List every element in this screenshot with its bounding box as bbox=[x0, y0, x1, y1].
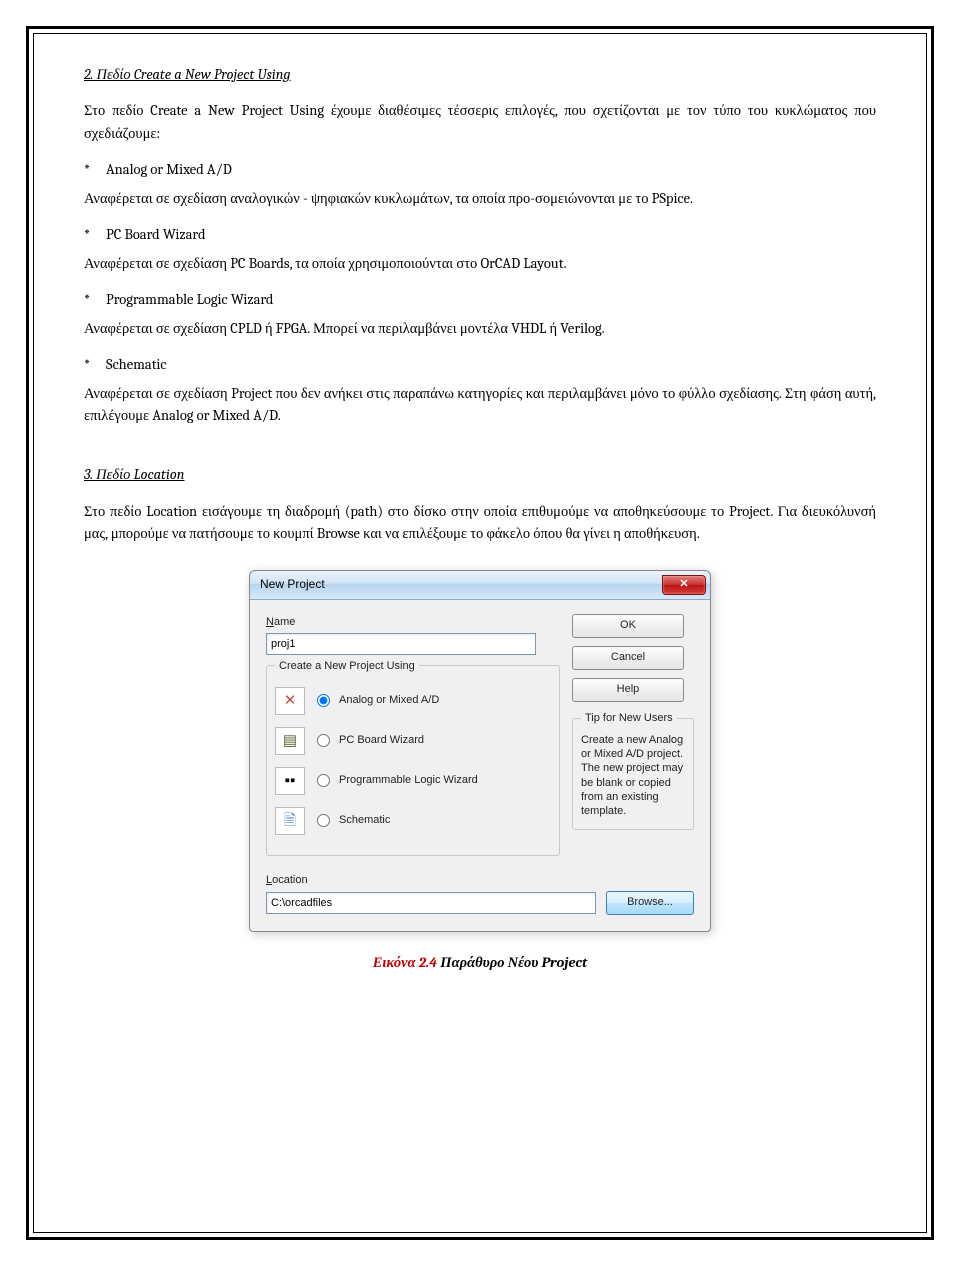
pcboard-icon: ▤ bbox=[275, 727, 305, 755]
option-pcboard-desc: Αναφέρεται σε σχεδίαση PC Boards, τα οπο… bbox=[84, 253, 876, 275]
figure-number: Εικόνα 2.4 bbox=[373, 954, 437, 971]
dialog-title: New Project bbox=[260, 575, 325, 594]
radio-row-analog[interactable]: ✕ Analog or Mixed A/D bbox=[275, 687, 551, 715]
radio-row-schematic[interactable]: 🗎 Schematic bbox=[275, 807, 551, 835]
dialog-titlebar: New Project ✕ bbox=[250, 571, 710, 600]
radio-schematic-label: Schematic bbox=[339, 812, 390, 829]
radio-row-plw[interactable]: ▪▪ Programmable Logic Wizard bbox=[275, 767, 551, 795]
option-schematic-desc: Αναφέρεται σε σχεδίαση Project που δεν α… bbox=[84, 383, 876, 428]
option-pcboard-label: PC Board Wizard bbox=[106, 226, 206, 243]
name-input[interactable] bbox=[266, 633, 536, 655]
figure-new-project-dialog: New Project ✕ Name Create a New Project … bbox=[84, 570, 876, 932]
name-label: Name bbox=[266, 614, 560, 631]
schematic-icon: 🗎 bbox=[275, 807, 305, 835]
option-schematic: *Schematic bbox=[84, 354, 876, 376]
section3-heading: 3. Πεδίο Location bbox=[84, 464, 876, 486]
option-analog-desc: Αναφέρεται σε σχεδίαση αναλογικών - ψηφι… bbox=[84, 188, 876, 210]
option-schematic-label: Schematic bbox=[106, 356, 167, 373]
tip-legend: Tip for New Users bbox=[581, 711, 677, 725]
close-button[interactable]: ✕ bbox=[662, 575, 706, 595]
radio-pcboard[interactable] bbox=[317, 734, 330, 747]
option-pcboard: *PC Board Wizard bbox=[84, 224, 876, 246]
close-icon: ✕ bbox=[679, 576, 688, 593]
create-using-legend: Create a New Project Using bbox=[275, 658, 419, 675]
radio-analog-label: Analog or Mixed A/D bbox=[339, 692, 439, 709]
radio-row-pcboard[interactable]: ▤ PC Board Wizard bbox=[275, 727, 551, 755]
radio-plw-label: Programmable Logic Wizard bbox=[339, 772, 478, 789]
radio-plw[interactable] bbox=[317, 774, 330, 787]
section2-heading: 2. Πεδίο Create a New Project Using bbox=[84, 64, 876, 86]
analog-icon: ✕ bbox=[275, 687, 305, 715]
option-plw-desc: Αναφέρεται σε σχεδίαση CPLD ή FPGA. Μπορ… bbox=[84, 318, 876, 340]
section3-para: Στο πεδίο Location εισάγουμε τη διαδρομή… bbox=[84, 501, 876, 546]
radio-schematic[interactable] bbox=[317, 814, 330, 827]
radio-pcboard-label: PC Board Wizard bbox=[339, 732, 424, 749]
option-plw: *Programmable Logic Wizard bbox=[84, 289, 876, 311]
new-project-dialog: New Project ✕ Name Create a New Project … bbox=[249, 570, 711, 932]
create-using-group: Create a New Project Using ✕ Analog or M… bbox=[266, 665, 560, 856]
option-analog-label: Analog or Mixed A/D bbox=[106, 161, 232, 178]
radio-analog[interactable] bbox=[317, 694, 330, 707]
figure-caption: Εικόνα 2.4 Παράθυρο Νέου Project bbox=[84, 952, 876, 974]
location-label: Location bbox=[266, 872, 694, 889]
cancel-button[interactable]: Cancel bbox=[572, 646, 684, 670]
section2-intro: Στο πεδίο Create a New Project Using έχο… bbox=[84, 100, 876, 145]
help-button[interactable]: Help bbox=[572, 678, 684, 702]
option-plw-label: Programmable Logic Wizard bbox=[106, 291, 273, 308]
location-input[interactable] bbox=[266, 892, 596, 914]
plw-icon: ▪▪ bbox=[275, 767, 305, 795]
ok-button[interactable]: OK bbox=[572, 614, 684, 638]
browse-button[interactable]: Browse... bbox=[606, 891, 694, 915]
tip-text: Create a new Analog or Mixed A/D project… bbox=[581, 733, 685, 819]
figure-title: Παράθυρο Νέου Project bbox=[437, 954, 587, 971]
tip-box: Tip for New Users Create a new Analog or… bbox=[572, 718, 694, 830]
option-analog: *Analog or Mixed A/D bbox=[84, 159, 876, 181]
